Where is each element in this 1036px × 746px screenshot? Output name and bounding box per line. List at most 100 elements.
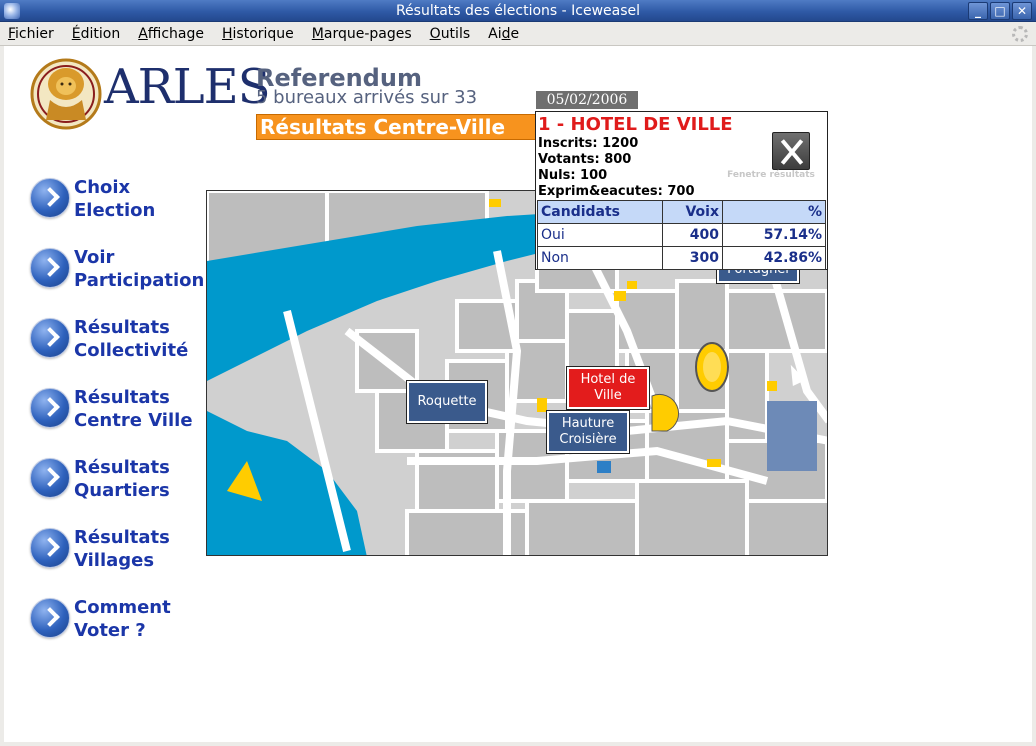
date-badge: 05/02/2006 xyxy=(536,91,638,109)
menu-accelerator: M xyxy=(311,25,324,42)
window-title: Résultats des élections - Iceweasel xyxy=(395,3,641,19)
map-zone-label-line1[interactable]: Hotel de xyxy=(581,372,636,387)
menu-label-post: ichier xyxy=(15,25,54,42)
nav-label-line1[interactable]: Choix xyxy=(74,177,130,198)
nav-resultats-villages[interactable]: Résultats Villages xyxy=(30,526,210,576)
throbber-icon xyxy=(1012,26,1028,42)
results-popup: 1 - HOTEL DE VILLE Inscrits: 1200 Votant… xyxy=(535,111,828,270)
results-banner: Résultats Centre-Ville xyxy=(256,114,536,140)
menu-label-post: dition xyxy=(80,25,121,42)
arrow-circle-icon[interactable] xyxy=(30,248,70,288)
menu-accelerator: O xyxy=(429,25,441,42)
table-row: Oui 400 57.14% xyxy=(537,223,826,247)
menu-fichier[interactable]: Fichier xyxy=(6,26,56,42)
arrow-circle-icon[interactable] xyxy=(30,528,70,568)
nav-label[interactable]: Résultats Quartiers xyxy=(74,456,170,502)
col-percent: % xyxy=(722,200,826,224)
arles-lion-logo xyxy=(30,58,102,130)
nav-label-line2[interactable]: Villages xyxy=(74,550,154,571)
arrow-circle-icon[interactable] xyxy=(30,178,70,218)
map-zone-label-line1[interactable]: Hauture xyxy=(562,416,614,431)
map-zone-hauture-croisiere[interactable]: Hauture Croisière xyxy=(546,410,630,454)
arrow-circle-icon[interactable] xyxy=(30,318,70,358)
menu-label-post: ffichage xyxy=(147,25,204,42)
nav-resultats-collectivite[interactable]: Résultats Collectivité xyxy=(30,316,210,366)
menu-aide[interactable]: Aide xyxy=(486,26,521,42)
nav-label[interactable]: Résultats Centre Ville xyxy=(74,386,193,432)
menu-label-pre: Ai xyxy=(488,25,502,42)
arrow-circle-icon[interactable] xyxy=(30,388,70,428)
close-popup-caption: Fenetre résultats xyxy=(727,170,815,180)
minimize-button[interactable]: _ xyxy=(968,2,988,20)
nav-label-line1[interactable]: Comment xyxy=(74,597,171,618)
stat-exprimes: Exprim&eacutes: 700 xyxy=(538,184,695,199)
window-controls: _ □ ✕ xyxy=(968,2,1032,20)
map-zone-hotel-de-ville[interactable]: Hotel de Ville xyxy=(566,366,650,410)
nav-voir-participation[interactable]: Voir Participation xyxy=(30,246,210,296)
page-subtitle: 5 bureaux arrivés sur 33 xyxy=(256,87,478,108)
nav-label[interactable]: Résultats Villages xyxy=(74,526,170,572)
candidate-votes: 400 xyxy=(662,223,723,247)
map-zone-label-line2[interactable]: Ville xyxy=(594,388,621,403)
window-frame-bottom xyxy=(0,742,1036,746)
nav-choix-election[interactable]: Choix Election xyxy=(30,176,210,226)
nav-resultats-centre-ville[interactable]: Résultats Centre Ville xyxy=(30,386,210,436)
nav-label-line1[interactable]: Résultats xyxy=(74,387,170,408)
map-zone-label-line2[interactable]: Croisière xyxy=(559,432,616,447)
arrow-circle-icon[interactable] xyxy=(30,598,70,638)
candidate-name: Non xyxy=(537,246,663,270)
nav-label[interactable]: Résultats Collectivité xyxy=(74,316,188,362)
brand-name: ARLES xyxy=(104,59,271,115)
table-header-row: Candidats Voix % xyxy=(537,200,826,224)
menu-label-post: arque-pages xyxy=(323,25,412,42)
menu-label-post: e xyxy=(510,25,520,42)
popup-title: 1 - HOTEL DE VILLE xyxy=(538,114,733,135)
nav-comment-voter[interactable]: Comment Voter ? xyxy=(30,596,210,646)
iceweasel-icon xyxy=(4,3,20,19)
map-zone-roquette[interactable]: Roquette xyxy=(406,380,488,424)
menu-label-post: utils xyxy=(440,25,471,42)
candidate-votes: 300 xyxy=(662,246,723,270)
nav-label-line2[interactable]: Voter ? xyxy=(74,620,146,641)
stat-inscrits: Inscrits: 1200 xyxy=(538,136,639,151)
nav-label-line1[interactable]: Résultats xyxy=(74,317,170,338)
results-table: Candidats Voix % Oui 400 57.14% Non 300 … xyxy=(537,200,826,270)
nav-label-line2[interactable]: Participation xyxy=(74,270,204,291)
candidate-name: Oui xyxy=(537,223,663,247)
arrow-circle-icon[interactable] xyxy=(30,458,70,498)
close-popup-button[interactable] xyxy=(772,132,810,170)
stat-nuls: Nuls: 100 xyxy=(538,168,608,183)
menu-outils[interactable]: Outils xyxy=(428,26,472,42)
window-frame-left xyxy=(0,46,4,746)
table-row: Non 300 42.86% xyxy=(537,246,826,270)
nav-label[interactable]: Comment Voter ? xyxy=(74,596,171,642)
nav-label-line1[interactable]: Résultats xyxy=(74,527,170,548)
maximize-button[interactable]: □ xyxy=(990,2,1010,20)
window-frame-right xyxy=(1032,46,1036,746)
nav-label[interactable]: Voir Participation xyxy=(74,246,204,292)
menubar: Fichier Édition Affichage Historique Mar… xyxy=(0,22,1036,46)
menu-accelerator: F xyxy=(8,25,16,42)
nav-label-line2[interactable]: Election xyxy=(74,200,155,221)
menu-affichage[interactable]: Affichage xyxy=(136,26,206,42)
menu-historique[interactable]: Historique xyxy=(220,26,296,42)
nav-resultats-quartiers[interactable]: Résultats Quartiers xyxy=(30,456,210,506)
menu-label-post: istorique xyxy=(232,25,294,42)
nav-label-line1[interactable]: Voir xyxy=(74,247,114,268)
nav-label[interactable]: Choix Election xyxy=(74,176,155,222)
stat-votants: Votants: 800 xyxy=(538,152,632,167)
candidate-percent: 57.14% xyxy=(722,223,826,247)
nav-label-line2[interactable]: Quartiers xyxy=(74,480,170,501)
close-window-button[interactable]: ✕ xyxy=(1012,2,1032,20)
menu-accelerator: A xyxy=(138,25,148,42)
candidate-percent: 42.86% xyxy=(722,246,826,270)
nav-label-line2[interactable]: Centre Ville xyxy=(74,410,193,431)
nav-label-line2[interactable]: Collectivité xyxy=(74,340,188,361)
col-candidats: Candidats xyxy=(537,200,663,224)
menu-accelerator: H xyxy=(221,25,233,42)
menu-accelerator: É xyxy=(71,25,81,42)
window-titlebar: Résultats des élections - Iceweasel _ □ … xyxy=(0,0,1036,22)
menu-edition[interactable]: Édition xyxy=(70,26,122,42)
menu-marque-pages[interactable]: Marque-pages xyxy=(310,26,414,42)
nav-label-line1[interactable]: Résultats xyxy=(74,457,170,478)
